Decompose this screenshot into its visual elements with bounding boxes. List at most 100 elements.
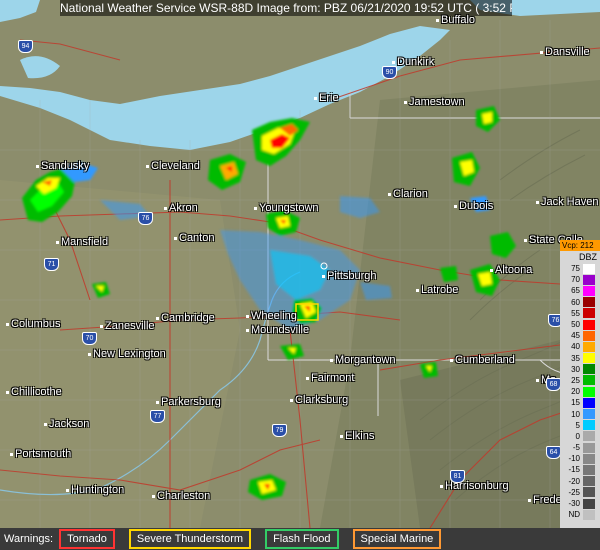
interstate-shield-icon: 71: [44, 258, 59, 271]
legend-units-label: DBZ: [579, 252, 597, 262]
legend-row: 15: [560, 397, 600, 408]
city-new-lexington: New Lexington: [88, 348, 166, 360]
city-jack-haven: Jack Haven: [536, 196, 598, 208]
interstate-shield-icon: 94: [18, 40, 33, 53]
legend-color-swatch: [583, 263, 595, 274]
legend-value-label: -10: [568, 454, 580, 464]
legend-color-swatch: [583, 431, 595, 442]
city-erie: Erie: [314, 92, 339, 104]
legend-value-label: 60: [571, 297, 580, 307]
city-parkersburg: Parkersburg: [156, 396, 221, 408]
legend-color-swatch: [583, 409, 595, 420]
legend-value-label: -20: [568, 476, 580, 486]
city-clarksburg: Clarksburg: [290, 394, 348, 406]
legend-value-label: 0: [575, 431, 580, 441]
legend-color-swatch: [583, 364, 595, 375]
city-clarion: Clarion: [388, 188, 428, 200]
legend-value-label: ND: [568, 510, 580, 520]
legend-value-label: 35: [571, 353, 580, 363]
legend-color-swatch: [583, 386, 595, 397]
legend-color-swatch: [583, 442, 595, 453]
warning-special-marine-button[interactable]: Special Marine: [352, 529, 442, 549]
legend-color-swatch: [583, 341, 595, 352]
legend-row: 60: [560, 297, 600, 308]
legend-color-swatch: [583, 319, 595, 330]
interstate-shield-icon: 64: [546, 446, 561, 459]
city-latrobe: Latrobe: [416, 284, 458, 296]
city-buffalo: Buffalo: [436, 14, 475, 26]
warnings-bar: Warnings: Tornado Severe Thunderstorm Fl…: [0, 528, 600, 550]
legend-value-label: 40: [571, 342, 580, 352]
legend-row: 20: [560, 386, 600, 397]
legend-row: 65: [560, 285, 600, 296]
city-altoona: Altoona: [490, 264, 532, 276]
legend-value-label: 55: [571, 308, 580, 318]
city-cleveland: Cleveland: [146, 160, 200, 172]
interstate-shield-icon: 90: [382, 66, 397, 79]
legend-color-swatch: [583, 353, 595, 364]
city-harrisonburg: Harrisonburg: [440, 480, 509, 492]
city-dunkirk: Dunkirk: [392, 56, 434, 68]
legend-value-label: 20: [571, 387, 580, 397]
legend-row: -5: [560, 442, 600, 453]
warning-flash-flood-button[interactable]: Flash Flood: [265, 529, 339, 549]
legend-row: 5: [560, 420, 600, 431]
city-canton: Canton: [174, 232, 214, 244]
warnings-label: Warnings:: [4, 533, 54, 545]
legend-value-label: -15: [568, 465, 580, 475]
legend-color-swatch: [583, 453, 595, 464]
city-wheeling: Wheeling: [246, 310, 297, 322]
interstate-shield-icon: 81: [450, 470, 465, 483]
legend-value-label: 50: [571, 320, 580, 330]
city-youngstown: Youngstown: [254, 202, 319, 214]
legend-row: -25: [560, 487, 600, 498]
interstate-shield-icon: 70: [82, 332, 97, 345]
legend-value-label: -30: [568, 499, 580, 509]
legend-color-swatch: [583, 330, 595, 341]
legend-value-label: -5: [572, 443, 580, 453]
dbz-color-legend: Vcp: 212 DBZ 75 70 65 60 55 50 45 40 35 30 25 20 15 1…: [560, 240, 600, 528]
legend-color-swatch: [583, 487, 595, 498]
legend-color-swatch: [583, 397, 595, 408]
city-sandusky: Sandusky: [36, 160, 89, 172]
legend-row: 40: [560, 341, 600, 352]
legend-row: 70: [560, 274, 600, 285]
warning-tornado-button[interactable]: Tornado: [59, 529, 115, 549]
legend-value-label: 30: [571, 364, 580, 374]
legend-row: 45: [560, 330, 600, 341]
city-cambridge: Cambridge: [156, 312, 215, 324]
legend-row: -10: [560, 453, 600, 464]
city-huntington: Huntington: [66, 484, 124, 496]
city-charleston: Charleston: [152, 490, 210, 502]
city-mansfield: Mansfield: [56, 236, 108, 248]
legend-row: 0: [560, 431, 600, 442]
legend-color-swatch: [583, 285, 595, 296]
legend-row: ND: [560, 509, 600, 520]
warning-severe-thunderstorm-button[interactable]: Severe Thunderstorm: [128, 529, 252, 549]
legend-value-label: 5: [575, 420, 580, 430]
city-columbus: Columbus: [6, 318, 61, 330]
city-moundsville: Moundsville: [246, 324, 309, 336]
interstate-shield-icon: 76: [138, 212, 153, 225]
legend-value-label: 75: [571, 264, 580, 274]
legend-value-label: 15: [571, 398, 580, 408]
legend-row: 10: [560, 408, 600, 420]
interstate-shield-icon: 77: [150, 410, 165, 423]
legend-vcp-header: Vcp: 212: [560, 240, 600, 251]
interstate-shield-icon: 79: [272, 424, 287, 437]
city-elkins: Elkins: [340, 430, 374, 442]
city-portsmouth: Portsmouth: [10, 448, 71, 460]
legend-row: 75: [560, 263, 600, 274]
city-morgantown: Morgantown: [330, 354, 396, 366]
legend-value-label: 70: [571, 275, 580, 285]
legend-row: -15: [560, 464, 600, 475]
legend-value-label: 45: [571, 331, 580, 341]
city-jackson: Jackson: [44, 418, 89, 430]
legend-row: 35: [560, 353, 600, 364]
legend-row: 30: [560, 364, 600, 375]
interstate-shield-icon: 68: [546, 378, 561, 391]
city-zanesville: Zanesville: [100, 320, 155, 332]
legend-row: 50: [560, 319, 600, 330]
legend-color-swatch: [583, 297, 595, 308]
city-fairmont: Fairmont: [306, 372, 354, 384]
